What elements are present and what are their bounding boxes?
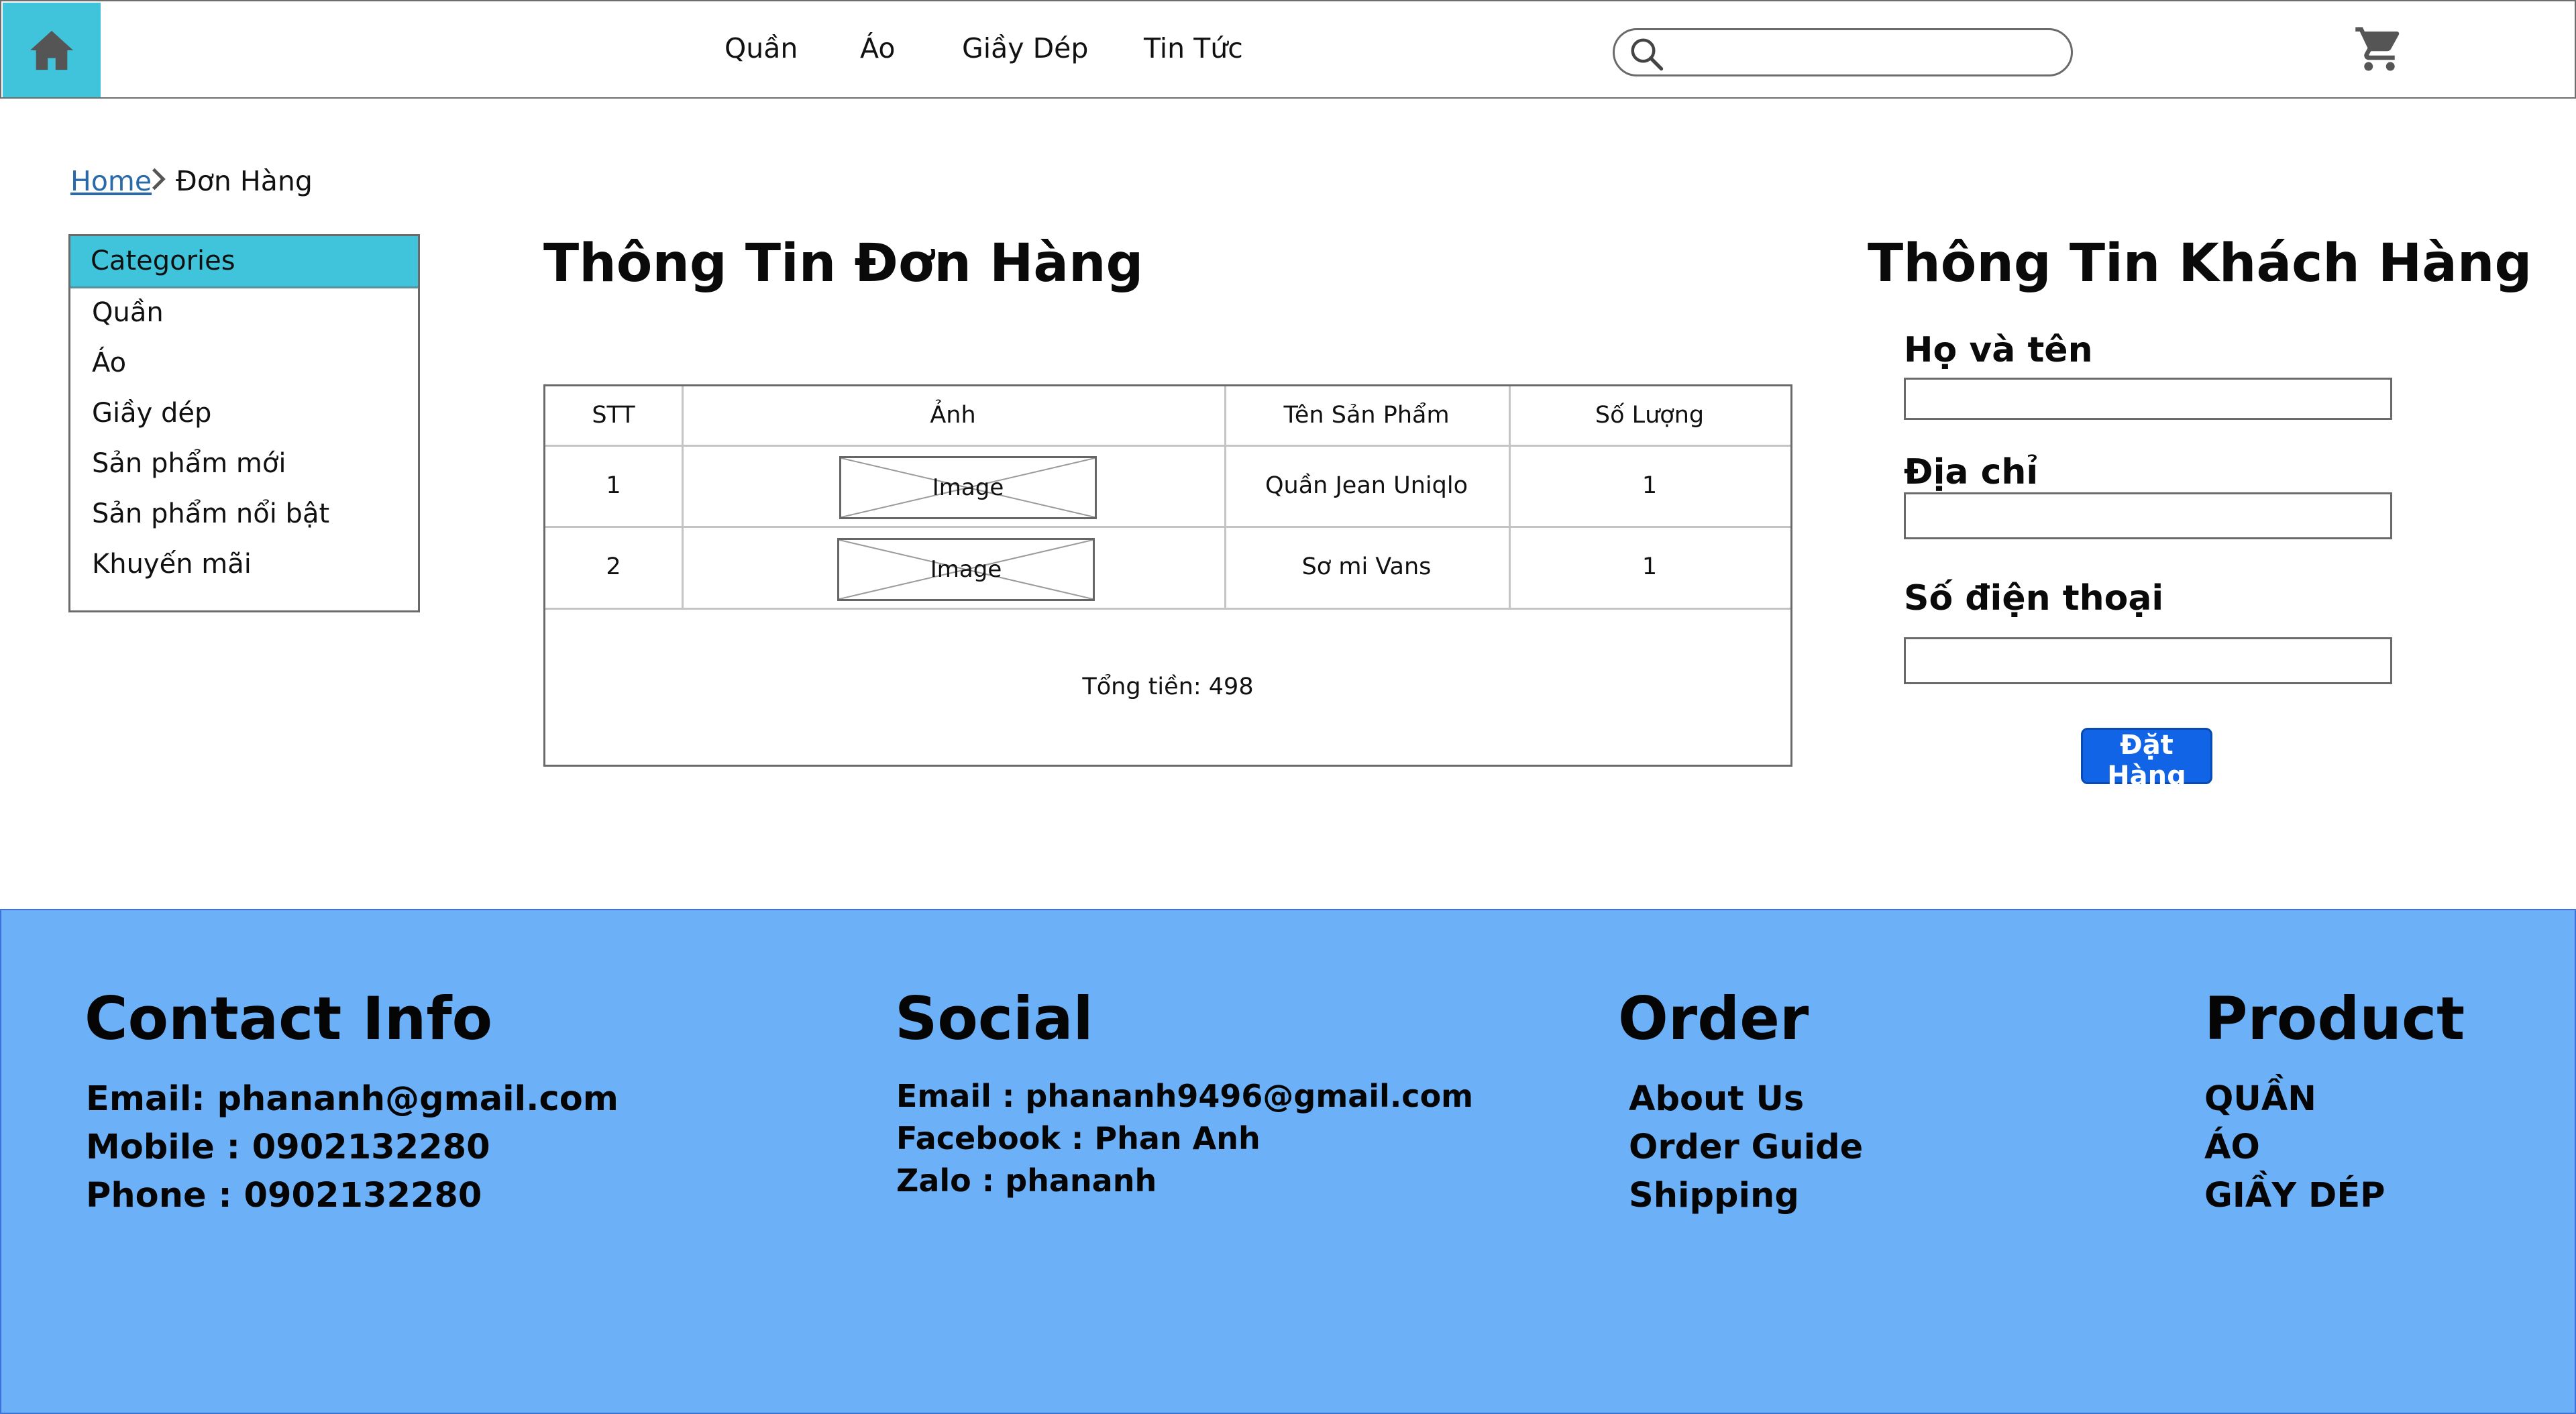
search-input[interactable] <box>1675 34 2053 69</box>
footer-social-facebook[interactable]: Facebook : Phan Anh <box>896 1120 1260 1156</box>
address-label: Địa chỉ <box>1904 452 2039 492</box>
column-header-product-name: Tên Sản Phẩm <box>1283 402 1450 429</box>
row-2-image-placeholder: Image <box>837 538 1095 601</box>
row-2-product-name: Sơ mi Vans <box>1301 553 1432 580</box>
order-table: STT Ảnh Tên Sản Phẩm Số Lượng 1 Image Qu… <box>543 384 1792 767</box>
row-1-stt: 1 <box>606 472 621 499</box>
categories-title: Categories <box>91 246 235 276</box>
column-header-image: Ảnh <box>930 402 976 429</box>
phone-label: Số điện thoại <box>1904 578 2164 618</box>
order-info-title: Thông Tin Đơn Hàng <box>543 233 1144 294</box>
breadcrumb-home-link[interactable]: Home <box>70 165 152 197</box>
category-item-quan[interactable]: Quần <box>92 297 164 328</box>
footer-link-about-us[interactable]: About Us <box>1629 1079 1804 1119</box>
row-1-quantity: 1 <box>1642 472 1658 499</box>
category-item-khuyen-mai[interactable]: Khuyến mãi <box>92 549 252 580</box>
cart-icon[interactable] <box>2353 23 2406 75</box>
full-name-label: Họ và tên <box>1904 330 2093 370</box>
category-item-san-pham-moi[interactable]: Sản phẩm mới <box>92 448 286 479</box>
nav-item-tin-tuc[interactable]: Tin Tức <box>1144 32 1243 64</box>
home-icon <box>30 30 74 70</box>
top-navbar: Quần Áo Giầy Dép Tin Tức <box>0 0 2576 99</box>
category-item-san-pham-noi-bat[interactable]: Sản phẩm nổi bật <box>92 498 329 529</box>
footer-link-giay-dep[interactable]: GIẦY DÉP <box>2204 1176 2385 1215</box>
column-header-stt: STT <box>592 402 635 429</box>
categories-header: Categories <box>70 236 418 288</box>
row-1-image-label: Image <box>932 474 1004 501</box>
full-name-field[interactable] <box>1904 378 2392 420</box>
row-1-product-name: Quần Jean Uniqlo <box>1265 472 1468 499</box>
nav-item-quan[interactable]: Quần <box>724 32 798 64</box>
footer-link-shipping[interactable]: Shipping <box>1629 1176 1799 1215</box>
search-icon[interactable] <box>1628 36 1664 72</box>
footer-contact-mobile: Mobile : 0902132280 <box>86 1128 490 1167</box>
customer-info-title: Thông Tin Khách Hàng <box>1868 233 2532 294</box>
row-2-quantity: 1 <box>1642 553 1658 580</box>
place-order-button[interactable]: Đặt Hàng <box>2081 728 2212 792</box>
category-item-giay-dep[interactable]: Giầy dép <box>92 398 211 429</box>
footer-contact-phone: Phone : 0902132280 <box>86 1176 482 1215</box>
row-1-image-placeholder: Image <box>839 456 1097 519</box>
row-2-image-label: Image <box>930 556 1002 583</box>
search-bar[interactable] <box>1613 28 2073 76</box>
breadcrumb-current: Đơn Hàng <box>176 165 313 197</box>
footer-social-email[interactable]: Email : phananh9496@gmail.com <box>896 1078 1473 1114</box>
footer-link-order-guide[interactable]: Order Guide <box>1629 1128 1863 1167</box>
footer-product-title: Product <box>2204 984 2465 1053</box>
order-total: Tổng tiền: 498 <box>1082 673 1254 700</box>
footer-contact-email: Email: phananh@gmail.com <box>86 1079 619 1119</box>
phone-field[interactable] <box>1904 637 2392 684</box>
footer: Contact Info Email: phananh@gmail.com Mo… <box>0 909 2576 1414</box>
footer-link-quan[interactable]: QUẦN <box>2204 1079 2316 1119</box>
column-header-quantity: Số Lượng <box>1595 402 1705 429</box>
home-button[interactable] <box>3 3 101 97</box>
footer-link-ao[interactable]: ÁO <box>2204 1128 2260 1167</box>
chevron-right-icon <box>152 168 166 191</box>
categories-panel: Categories Quần Áo Giầy dép Sản phẩm mới… <box>68 234 420 612</box>
nav-item-ao[interactable]: Áo <box>860 32 895 64</box>
row-2-stt: 2 <box>606 553 621 580</box>
nav-item-giay-dep[interactable]: Giầy Dép <box>962 32 1088 64</box>
category-item-ao[interactable]: Áo <box>92 347 126 378</box>
address-field[interactable] <box>1904 492 2392 539</box>
footer-contact-title: Contact Info <box>85 984 493 1053</box>
footer-social-zalo[interactable]: Zalo : phananh <box>896 1162 1157 1199</box>
footer-social-title: Social <box>895 984 1093 1053</box>
footer-order-title: Order <box>1618 984 1809 1053</box>
